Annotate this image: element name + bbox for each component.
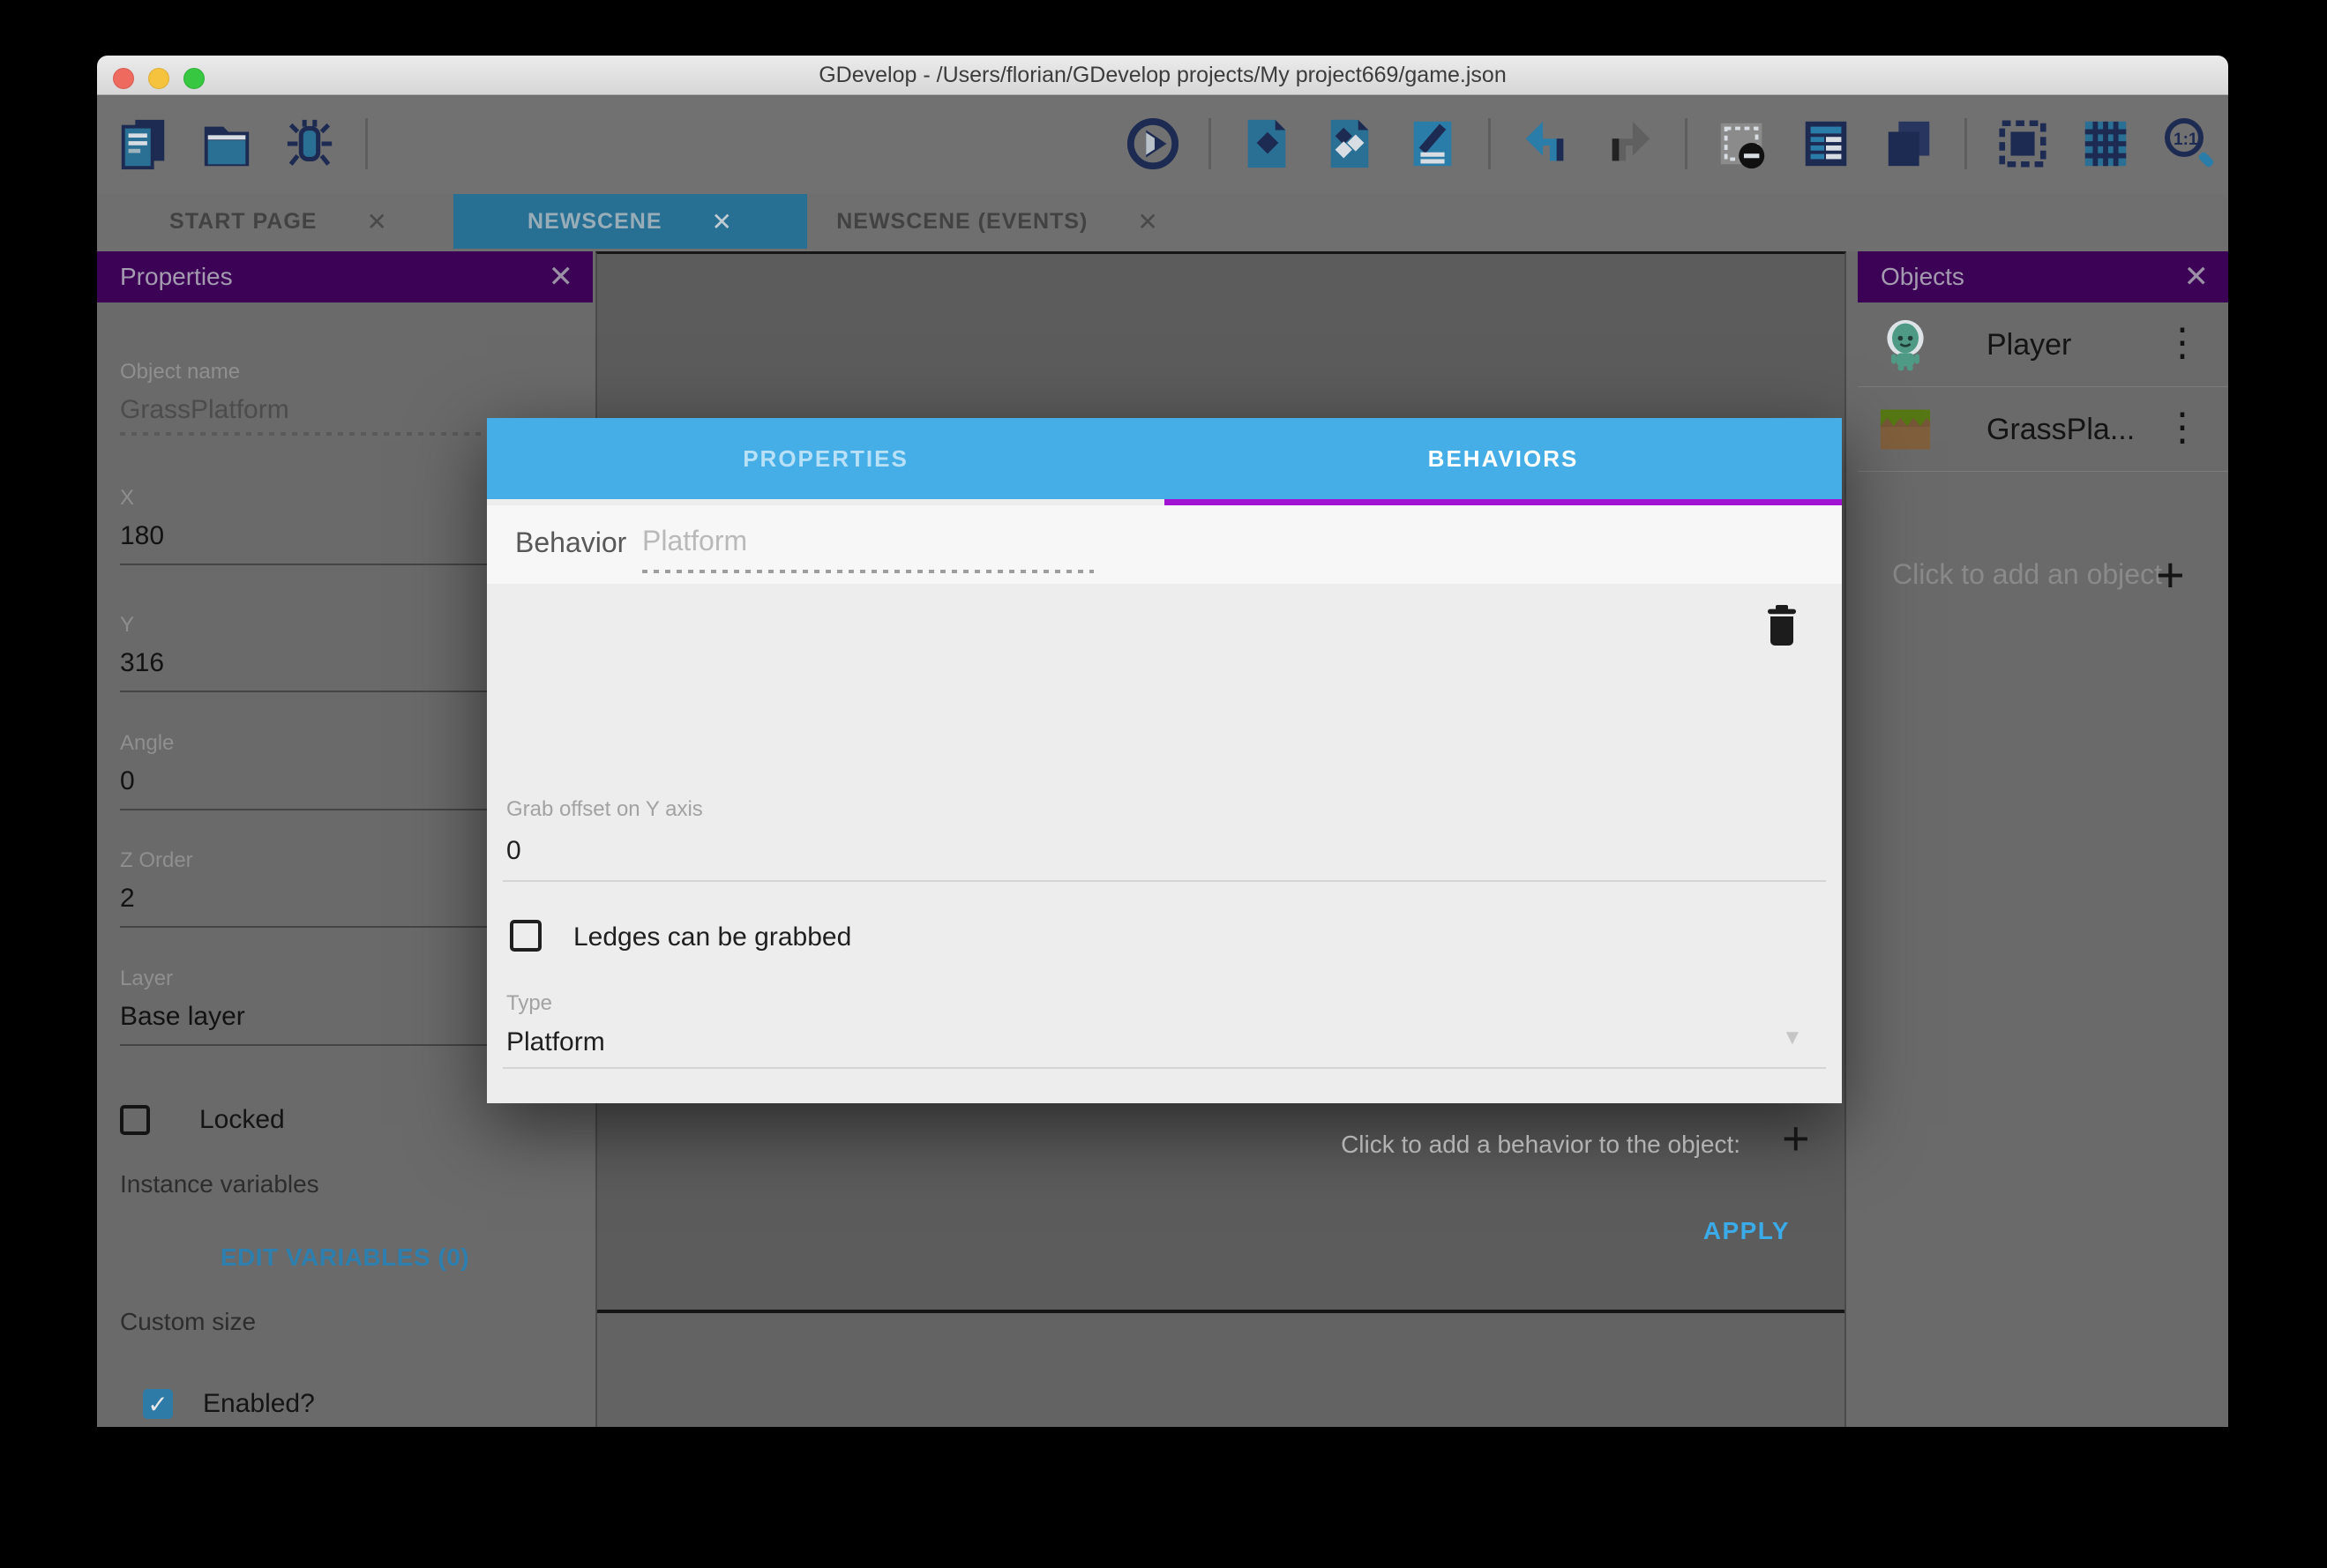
properties-panel-title: Properties	[120, 263, 233, 291]
behavior-name-underline	[642, 570, 1094, 573]
ledges-checkbox[interactable]	[510, 920, 542, 952]
tabbar: START PAGE ✕ NEWSCENE ✕ NEWSCENE (EVENTS…	[97, 194, 2228, 251]
object-row-grassplatform[interactable]: GrassPla... ⋮	[1858, 387, 2228, 472]
object-name: GrassPla...	[1987, 413, 2135, 447]
player-sprite-icon	[1879, 318, 1932, 371]
outside-scene-area	[597, 1313, 1844, 1427]
add-behavior-label: Click to add a behavior to the object:	[1341, 1131, 1740, 1159]
chevron-down-icon[interactable]: ▼	[1782, 1026, 1803, 1050]
type-label: Type	[506, 991, 552, 1016]
enabled-checkbox[interactable]: ✓	[143, 1389, 173, 1419]
object-name: Player	[1987, 328, 2071, 362]
debug-icon[interactable]	[282, 116, 337, 171]
toolbar-divider	[1964, 118, 1967, 169]
enabled-label: Enabled?	[203, 1389, 315, 1419]
objects-panel-header: Objects ✕	[1858, 251, 2228, 302]
toolbar-divider	[365, 118, 368, 169]
magnifier-handle	[2197, 151, 2215, 168]
tab-start-page[interactable]: START PAGE ✕	[104, 194, 453, 249]
dialog-tabbar: PROPERTIES BEHAVIORS	[487, 418, 1842, 499]
zoom-ratio-label: 1:1	[2174, 131, 2197, 150]
undo-icon[interactable]	[1519, 116, 1574, 171]
tab-label: NEWSCENE (EVENTS)	[836, 209, 1088, 235]
behavior-name-input[interactable]	[642, 525, 1094, 557]
apply-button[interactable]: APPLY	[1703, 1217, 1790, 1245]
locked-label: Locked	[199, 1105, 285, 1135]
plus-icon[interactable]: +	[2156, 546, 2185, 603]
titlebar: GDevelop - /Users/florian/GDevelop proje…	[97, 56, 2228, 95]
tab-newscene-events[interactable]: NEWSCENE (EVENTS) ✕	[808, 194, 1187, 249]
grid-icon[interactable]	[2078, 116, 2133, 171]
add-behavior-plus-icon[interactable]: +	[1782, 1111, 1810, 1166]
behavior-label: Behavior	[515, 526, 626, 559]
objects-panel: Objects ✕ Player ⋮ GrassPla... ⋮ Click t…	[1858, 251, 2228, 1427]
mask-icon[interactable]	[1716, 116, 1770, 171]
dialog-tab-properties[interactable]: PROPERTIES	[487, 418, 1164, 499]
redo-icon[interactable]	[1602, 116, 1657, 171]
clone-instances-icon[interactable]	[1882, 116, 1936, 171]
open-project-icon[interactable]	[199, 116, 254, 171]
type-select[interactable]	[506, 1027, 1821, 1057]
tab-label: START PAGE	[169, 209, 317, 235]
tab-close-icon[interactable]: ✕	[712, 207, 733, 236]
tab-close-icon[interactable]: ✕	[1137, 207, 1158, 236]
grab-offset-label: Grab offset on Y axis	[506, 797, 703, 822]
field-underline	[503, 880, 1826, 882]
behaviors-dialog: PROPERTIES BEHAVIORS Behavior Grab offse…	[487, 418, 1842, 1103]
object-row-player[interactable]: Player ⋮	[1858, 302, 2228, 387]
grab-offset-input[interactable]	[506, 836, 1821, 866]
delete-behavior-icon[interactable]	[1764, 604, 1799, 651]
enabled-checkbox-row[interactable]: ✓ Enabled?	[143, 1389, 315, 1419]
edit-scene-properties-icon[interactable]	[1405, 116, 1460, 171]
properties-panel-header: Properties ✕	[97, 251, 593, 302]
window-title: GDevelop - /Users/florian/GDevelop proje…	[97, 56, 2228, 95]
play-preview-icon[interactable]	[1126, 116, 1180, 171]
field-underline	[503, 1067, 1826, 1069]
custom-size-heading: Custom size	[120, 1308, 256, 1336]
export-scene-icon[interactable]	[1239, 116, 1294, 171]
close-icon[interactable]: ✕	[2184, 259, 2210, 295]
kebab-menu-icon[interactable]: ⋮	[2163, 317, 2202, 370]
publish-icon[interactable]	[1322, 116, 1377, 171]
dialog-tab-behaviors[interactable]: BEHAVIORS	[1164, 418, 1842, 499]
tab-newscene[interactable]: NEWSCENE ✕	[453, 194, 807, 249]
kebab-menu-icon[interactable]: ⋮	[2163, 401, 2202, 454]
locked-checkbox[interactable]	[120, 1105, 150, 1135]
toolbar-divider	[1685, 118, 1687, 169]
toolbar-divider	[1488, 118, 1491, 169]
objects-panel-title: Objects	[1881, 263, 1964, 291]
active-tab-indicator	[1164, 499, 1842, 505]
toolbar-divider	[1208, 118, 1211, 169]
locked-checkbox-row[interactable]: Locked	[120, 1105, 285, 1135]
behavior-name-row: Behavior	[487, 505, 1842, 584]
close-icon[interactable]: ✕	[549, 259, 574, 295]
gdevelop-window: GDevelop - /Users/florian/GDevelop proje…	[97, 56, 2228, 1427]
toolbar: 1:1	[97, 96, 2228, 194]
ledges-label: Ledges can be grabbed	[573, 922, 851, 952]
tab-label: NEWSCENE	[528, 209, 662, 235]
add-object-label: Click to add an object	[1892, 558, 2162, 591]
instance-variables-heading: Instance variables	[120, 1170, 319, 1198]
grass-platform-sprite-icon	[1879, 403, 1932, 456]
selection-icon[interactable]	[1995, 116, 2050, 171]
instances-list-icon[interactable]	[1799, 116, 1853, 171]
project-manager-icon[interactable]	[116, 116, 171, 171]
zoom-original-icon[interactable]: 1:1	[2161, 116, 2216, 171]
object-name-label: Object name	[120, 360, 570, 385]
tab-close-icon[interactable]: ✕	[366, 207, 387, 236]
edit-variables-button[interactable]: EDIT VARIABLES (0)	[97, 1243, 593, 1272]
